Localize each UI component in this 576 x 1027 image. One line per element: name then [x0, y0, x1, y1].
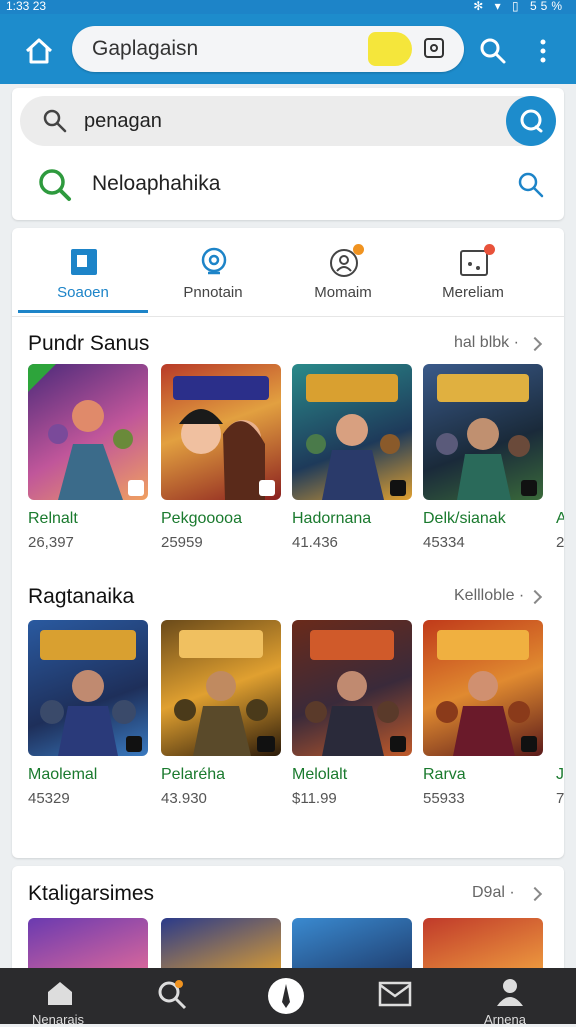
game-name: A: [556, 510, 564, 527]
game-name: Rarva: [423, 766, 466, 783]
game-price: $11.99: [292, 790, 337, 807]
game-name: Hadornana: [292, 510, 372, 527]
game-name: Melolalt: [292, 766, 348, 783]
game-tile-partial[interactable]: Jl 7: [556, 620, 564, 820]
nav-account[interactable]: Arnena: [480, 968, 540, 1027]
game-name: Pelaréha: [161, 766, 226, 783]
see-more-link[interactable]: hal blbk ·: [454, 334, 519, 352]
game-name: Jl: [556, 766, 564, 783]
suggestion-search-icon: [39, 169, 71, 201]
search-suggestion[interactable]: Nelоaphahika: [12, 158, 564, 208]
more-vertical-icon[interactable]: [536, 36, 550, 66]
game-thumbnail[interactable]: [28, 620, 148, 756]
game-thumbnail[interactable]: [28, 364, 148, 500]
game-art-icon: [173, 376, 275, 500]
store-icon: [71, 249, 97, 275]
nav-home[interactable]: Nenarais: [30, 968, 90, 1027]
nav-label: Arnena: [484, 1012, 526, 1027]
tab-store[interactable]: Soaoen: [18, 228, 148, 316]
nav-mail[interactable]: [378, 968, 412, 1024]
suggestion-text[interactable]: Nelоaphahika: [92, 172, 220, 196]
game-downloads: 45329: [28, 790, 70, 807]
home-icon: [48, 982, 72, 1005]
game-art-icon: [436, 374, 537, 500]
mail-icon: [378, 981, 412, 1007]
nav-label: Nenarais: [32, 1012, 85, 1027]
game-name: Pekgooooa: [161, 510, 242, 527]
game-downloads: 43.930: [161, 790, 207, 807]
nav-search[interactable]: [150, 968, 194, 1024]
game-art-icon: [174, 630, 275, 756]
search-icon: [43, 109, 67, 133]
nav-discover[interactable]: [266, 968, 306, 1024]
see-more-link[interactable]: Kellloble ·: [454, 587, 524, 605]
game-thumbnail[interactable]: [161, 364, 281, 500]
chevron-right-icon[interactable]: [527, 589, 543, 605]
section-title: Pundr Sanus: [28, 332, 150, 355]
game-name: Delk/sianak: [423, 510, 506, 527]
status-icons: ✻ ▾ ▯ 55%: [473, 0, 566, 13]
compass-icon: [268, 978, 304, 1014]
section-title: Ktaligarsimes: [28, 882, 155, 905]
see-more-link[interactable]: D9al ·: [472, 884, 515, 902]
tab-label: Momaim: [314, 284, 372, 301]
notification-badge: [353, 244, 364, 255]
game-downloads: 2: [556, 534, 564, 551]
game-downloads: 41.436: [292, 534, 338, 551]
game-thumbnail[interactable]: [292, 364, 412, 500]
search-input[interactable]: penagan: [84, 110, 162, 133]
chevron-right-icon[interactable]: [527, 886, 543, 902]
notification-badge: [484, 244, 495, 255]
chevron-right-icon[interactable]: [527, 336, 543, 352]
tab-explore[interactable]: Pnnotain: [148, 228, 278, 316]
search-icon[interactable]: [516, 170, 546, 200]
game-art-icon: [305, 630, 406, 756]
game-art-icon: [436, 630, 537, 756]
camera-icon[interactable]: [424, 38, 444, 58]
tab-label: Soaoen: [57, 284, 109, 301]
game-thumbnail[interactable]: [292, 620, 412, 756]
store-card: Soaoen Pnnotain Momaim Mereliam Pundr Sa…: [12, 228, 564, 858]
game-downloads: 26,397: [28, 534, 74, 551]
account-icon: [497, 979, 523, 1006]
game-thumbnail[interactable]: [423, 364, 543, 500]
game-name: Maolemal: [28, 766, 98, 783]
address-text[interactable]: Gaplagaisn: [92, 37, 198, 61]
game-downloads: 45334: [423, 534, 465, 551]
browser-toolbar: Gaplagaisn: [0, 14, 576, 84]
game-art-icon: [28, 364, 144, 500]
status-bar: 1:33 23 ✻ ▾ ▯ 55%: [0, 0, 576, 14]
game-tile-partial[interactable]: A 2: [556, 364, 564, 564]
game-thumbnail[interactable]: [161, 620, 281, 756]
game-downloads: 55933: [423, 790, 465, 807]
tab-bar: Soaoen Pnnotain Momaim Mereliam: [12, 228, 564, 317]
search-submit-button[interactable]: [506, 96, 556, 146]
section-title: Ragtanaika: [28, 585, 135, 608]
game-thumbnail[interactable]: [423, 620, 543, 756]
game-name: Relnalt: [28, 510, 78, 527]
chat-search-icon: [520, 109, 543, 133]
game-downloads: 25959: [161, 534, 203, 551]
status-time: 1:33 23: [6, 0, 47, 13]
game-downloads: 7: [556, 790, 564, 807]
yellow-highlight: [368, 32, 412, 66]
home-icon[interactable]: [22, 34, 56, 68]
search-icon: [158, 980, 187, 1010]
active-tab-indicator: [18, 310, 148, 313]
address-bar[interactable]: Gaplagaisn: [72, 26, 464, 72]
tab-label: Mereliam: [442, 284, 504, 301]
bottom-navigation: Nenarais Arnena: [0, 968, 576, 1027]
search-box[interactable]: penagan: [20, 96, 556, 146]
tab-label: Pnnotain: [183, 284, 243, 301]
tab-library[interactable]: Mereliam: [408, 228, 538, 316]
game-art-icon: [40, 630, 142, 756]
search-card: penagan Nelоaphahika: [12, 88, 564, 220]
tab-account[interactable]: Momaim: [278, 228, 408, 316]
game-art-icon: [306, 374, 406, 500]
search-icon[interactable]: [478, 36, 508, 66]
compass-icon: [201, 247, 227, 275]
